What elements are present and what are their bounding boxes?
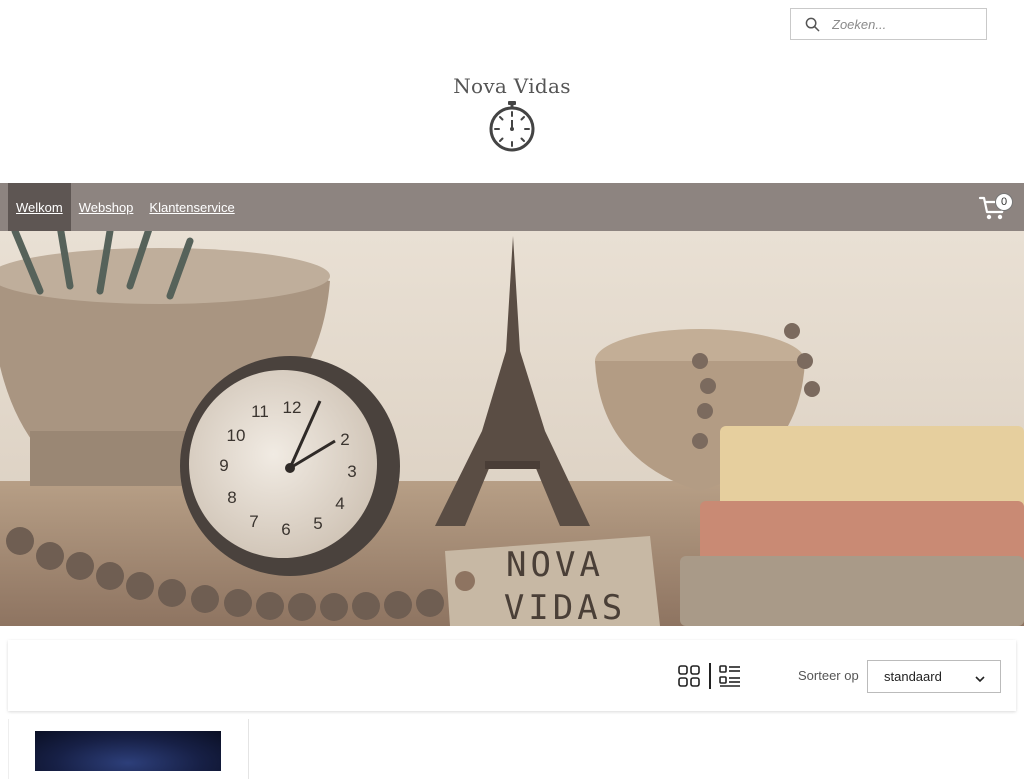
main-navbar: Welkom Webshop Klantenservice: [0, 183, 1024, 231]
search-icon[interactable]: [804, 16, 820, 32]
search-input[interactable]: [830, 15, 980, 33]
nav-item-welkom[interactable]: Welkom: [8, 183, 71, 231]
svg-text:4: 4: [335, 494, 344, 513]
nav-item-klantenservice[interactable]: Klantenservice: [141, 183, 242, 231]
grid-view-icon[interactable]: [678, 665, 700, 687]
view-divider: [709, 663, 711, 689]
hero-tag-line1: NOVA: [506, 545, 604, 585]
brand-name[interactable]: Nova Vidas: [453, 74, 571, 98]
cart-count-badge: 0: [995, 193, 1013, 211]
svg-text:12: 12: [283, 398, 302, 417]
svg-text:11: 11: [251, 402, 269, 421]
search-box[interactable]: [790, 8, 987, 40]
chevron-down-icon: [974, 672, 986, 683]
hero-tag-line2: VIDAS: [504, 588, 626, 626]
product-toolbar: [8, 640, 1016, 711]
nav-item-webshop[interactable]: Webshop: [71, 183, 142, 231]
svg-text:2: 2: [340, 430, 349, 449]
svg-text:10: 10: [227, 426, 246, 445]
sort-label: Sorteer op: [798, 668, 859, 683]
sort-select[interactable]: standaard: [867, 660, 1001, 693]
svg-text:3: 3: [347, 462, 356, 481]
list-view-icon[interactable]: [719, 665, 741, 687]
nav-menu: Welkom Webshop Klantenservice: [8, 183, 243, 231]
sort-select-value: standaard: [884, 669, 942, 684]
svg-text:8: 8: [227, 488, 236, 507]
svg-text:9: 9: [219, 456, 228, 475]
svg-text:6: 6: [281, 520, 290, 539]
svg-text:7: 7: [249, 512, 258, 531]
product-thumbnail[interactable]: [35, 731, 221, 771]
brand: Nova Vidas: [0, 74, 1024, 98]
svg-text:5: 5: [313, 514, 322, 533]
stopwatch-icon[interactable]: [488, 99, 536, 153]
hero-image: 12 2 3 4 5 6 7 8 9 10 11 NOVA VIDAS: [0, 231, 1024, 626]
